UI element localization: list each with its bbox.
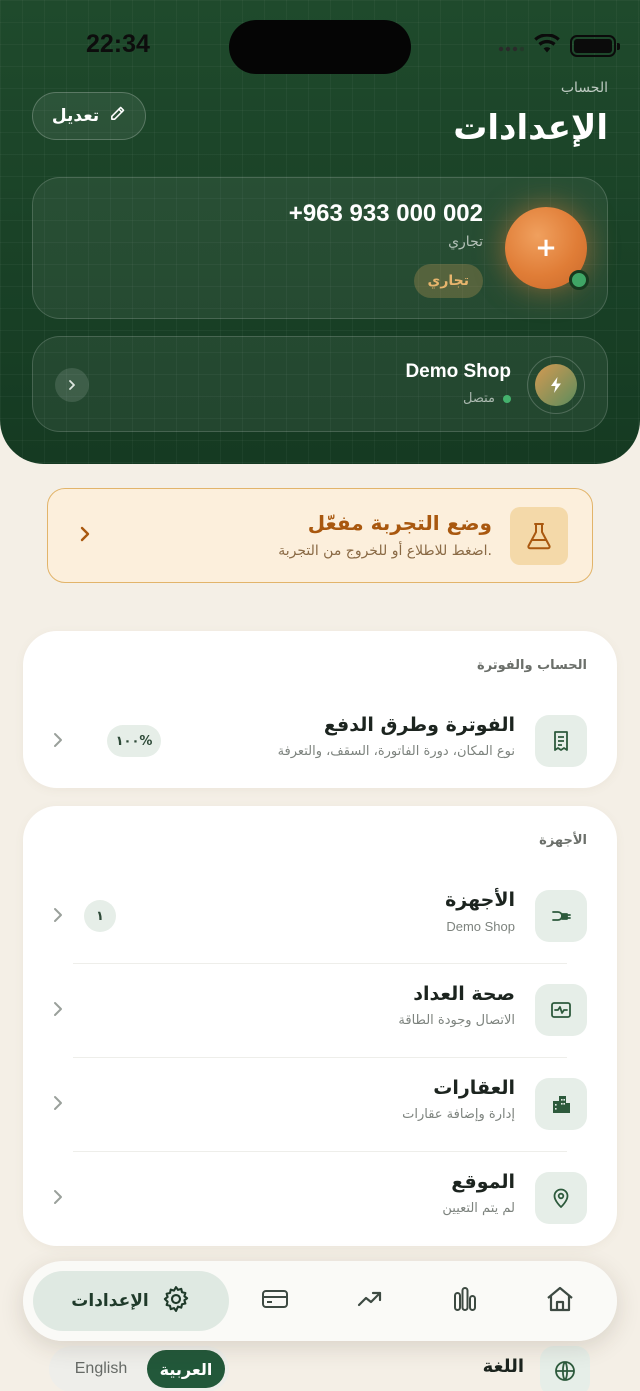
language-option-english[interactable]: English [61, 1350, 141, 1388]
devices-section-title: الأجهزة [539, 833, 587, 848]
status-time: 22:34 [86, 30, 150, 58]
breadcrumb: الحساب [560, 80, 608, 96]
shop-status-label: متصل [462, 391, 495, 406]
devices-title: الأجهزة [445, 889, 515, 911]
dynamic-island [229, 20, 411, 74]
pulse-icon [535, 984, 587, 1036]
language-option-arabic[interactable]: العربية [147, 1350, 225, 1388]
billing-subtitle: نوع المكان، دورة الفاتورة، السقف، والتعر… [277, 744, 515, 759]
nav-home-tab[interactable] [540, 1281, 580, 1321]
buildings-icon [535, 1078, 587, 1130]
billing-payment-row[interactable]: الفوترة وطرق الدفع نوع المكان، دورة الفا… [23, 694, 617, 788]
trend-up-icon [356, 1287, 384, 1315]
account-card[interactable]: + +963 933 000 002 تجاري تجاري [32, 177, 608, 319]
billing-progress-badge: ١٠٠% [107, 725, 161, 757]
location-pin-icon [535, 1172, 587, 1224]
properties-row[interactable]: العقارات إدارة وإضافة عقارات [23, 1057, 617, 1151]
bottom-nav: الإعدادات [23, 1261, 617, 1341]
devices-row[interactable]: الأجهزة Demo Shop ١ [23, 869, 617, 963]
wifi-icon [534, 33, 560, 58]
demo-mode-banner[interactable]: وضع التجربة مفعّل اضغط للاطلاع أو للخروج… [47, 488, 593, 583]
receipt-icon [535, 715, 587, 767]
plug-icon [535, 890, 587, 942]
lightning-icon [535, 364, 577, 406]
chevron-left-icon [53, 1189, 63, 1209]
avatar-plus-icon: + [535, 233, 557, 263]
demo-mode-subtitle: اضغط للاطلاع أو للخروج من التجربة. [278, 543, 492, 559]
shop-card[interactable]: Demo Shop متصل [32, 336, 608, 432]
demo-mode-title: وضع التجربة مفعّل [307, 511, 492, 535]
meter-health-subtitle: الاتصال وجودة الطاقة [398, 1013, 515, 1028]
chevron-left-icon [66, 376, 78, 395]
shop-status: متصل [463, 391, 511, 406]
settings-header: 22:34 تعديل الحساب الإعدادات + +963 933 … [0, 0, 640, 464]
billing-section: الحساب والفوترة الفوترة وطرق الدفع نوع ا… [23, 631, 617, 788]
nav-trends-tab[interactable] [350, 1281, 390, 1321]
language-toggle[interactable]: English العربية [49, 1346, 229, 1391]
gear-icon [161, 1284, 191, 1319]
chevron-left-icon [78, 525, 92, 547]
shop-chevron-button[interactable] [55, 368, 89, 402]
devices-count-badge: ١ [84, 900, 116, 932]
card-icon [261, 1287, 289, 1315]
chevron-left-icon [53, 1001, 63, 1021]
nav-settings-label: الإعدادات [71, 1291, 149, 1311]
meter-health-row[interactable]: صحة العداد الاتصال وجودة الطاقة [23, 963, 617, 1057]
location-title: الموقع [451, 1171, 515, 1193]
account-type: تجاري [448, 234, 483, 250]
pencil-icon [109, 105, 126, 127]
devices-subtitle: Demo Shop [446, 919, 515, 934]
chevron-left-icon [53, 1095, 63, 1115]
edit-button-label: تعديل [51, 106, 100, 126]
properties-title: العقارات [433, 1077, 515, 1099]
properties-subtitle: إدارة وإضافة عقارات [402, 1107, 515, 1122]
home-icon [545, 1285, 575, 1317]
status-icons [498, 33, 620, 58]
shop-icon-ring [527, 356, 585, 414]
bar-chart-icon [452, 1285, 478, 1317]
online-status-dot [569, 270, 589, 290]
nav-card-tab[interactable] [255, 1281, 295, 1321]
edit-button[interactable]: تعديل [32, 92, 146, 140]
billing-section-title: الحساب والفوترة [477, 658, 587, 673]
globe-icon [540, 1346, 590, 1391]
shop-name: Demo Shop [405, 361, 511, 382]
page-title: الإعدادات [453, 108, 608, 148]
flask-icon [510, 507, 568, 565]
meter-health-title: صحة العداد [413, 983, 515, 1005]
chevron-left-icon [53, 732, 63, 752]
connected-dot [503, 394, 511, 403]
billing-title: الفوترة وطرق الدفع [323, 714, 515, 736]
location-row[interactable]: الموقع لم يتم التعيين [23, 1151, 617, 1245]
signal-dots-icon [498, 37, 525, 56]
devices-section: الأجهزة الأجهزة Demo Shop ١ صحة العداد ا… [23, 806, 617, 1246]
language-row: English العربية اللغة [0, 1342, 640, 1391]
battery-icon [570, 35, 620, 57]
language-label: اللغة [482, 1356, 524, 1377]
nav-settings-tab[interactable]: الإعدادات [33, 1271, 229, 1331]
nav-stats-tab[interactable] [445, 1281, 485, 1321]
account-type-badge: تجاري [413, 264, 483, 298]
account-phone: +963 933 000 002 [288, 200, 483, 227]
location-subtitle: لم يتم التعيين [442, 1201, 515, 1216]
chevron-left-icon [53, 907, 63, 927]
